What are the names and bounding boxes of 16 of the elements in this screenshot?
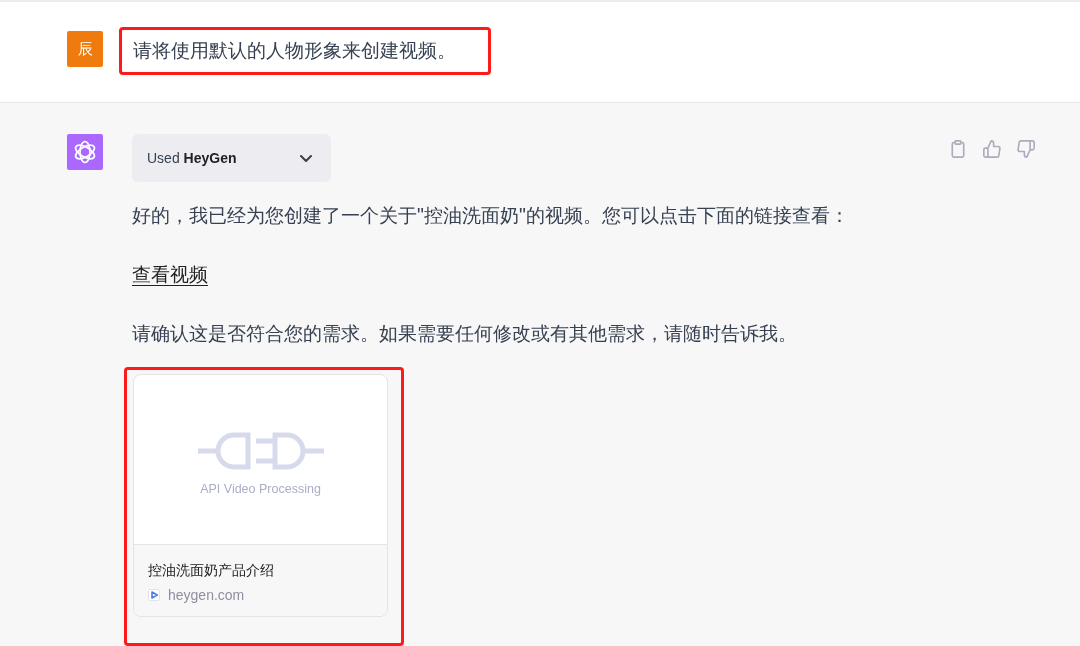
link-preview-card[interactable]: API Video Processing 控油洗面奶产品介绍 heygen.com xyxy=(133,374,388,617)
message-paragraph: 好的，我已经为您创建了一个关于"控油洗面奶"的视频。您可以点击下面的链接查看： xyxy=(132,203,849,228)
user-message-text: 请将使用默认的人物形象来创建视频。 xyxy=(133,39,456,63)
play-icon xyxy=(148,589,160,601)
chevron-down-icon xyxy=(300,154,312,162)
card-title: 控油洗面奶产品介绍 xyxy=(148,561,275,580)
clipboard-icon[interactable] xyxy=(949,140,967,158)
message-paragraph: 请确认这是否符合您的需求。如果需要任何修改或有其他需求，请随时告诉我。 xyxy=(132,321,797,346)
thumbs-down-icon[interactable] xyxy=(1017,140,1035,158)
thumbs-up-icon[interactable] xyxy=(983,140,1001,158)
atom-logo-icon xyxy=(67,134,103,170)
text-link[interactable]: 查看视频 xyxy=(132,263,208,285)
user-avatar: 辰 xyxy=(67,31,103,67)
image-caption: API Video Processing xyxy=(200,482,321,496)
card-domain: heygen.com xyxy=(168,586,245,605)
tool-usage-button[interactable]: Used HeyGen xyxy=(132,134,331,182)
